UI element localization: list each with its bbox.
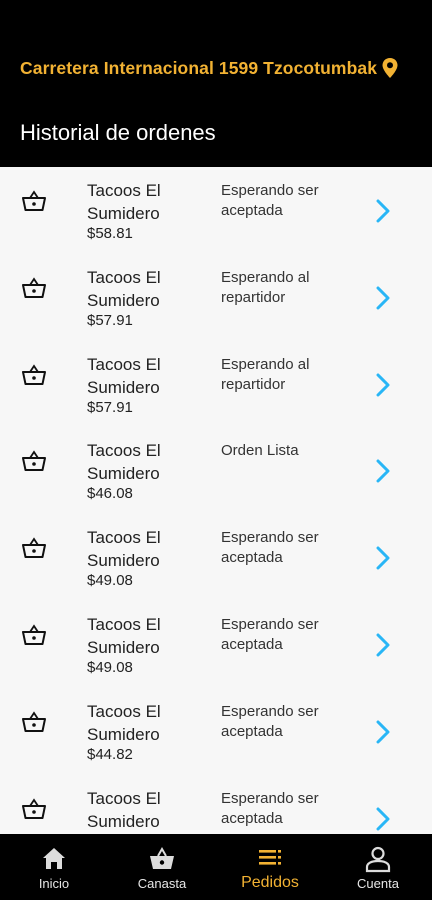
- order-row[interactable]: Tacoos El Sumidero Esperando ser aceptad…: [0, 775, 432, 834]
- location-pin-icon: [382, 58, 398, 78]
- bottom-navigation: Inicio Canasta Pedidos Cuenta: [0, 834, 432, 900]
- order-price: $46.08: [87, 485, 133, 503]
- chevron-right-icon[interactable]: [375, 285, 391, 311]
- chevron-right-icon[interactable]: [375, 372, 391, 398]
- basket-icon: [22, 624, 46, 645]
- nav-item-cuenta[interactable]: Cuenta: [324, 834, 432, 900]
- chevron-right-icon[interactable]: [375, 545, 391, 571]
- nav-label-pedidos: Pedidos: [241, 874, 299, 891]
- basket-icon: [22, 797, 46, 819]
- order-store-name: Tacoos El Sumidero: [87, 354, 161, 397]
- order-price: $58.81: [87, 225, 133, 242]
- order-status: Esperando ser aceptada: [221, 616, 319, 653]
- order-row[interactable]: Tacoos El Sumidero $49.08 Esperando ser …: [0, 601, 432, 688]
- address-text: Carretera Internacional 1599 Tzocotumbak: [20, 57, 378, 78]
- basket-icon: [22, 363, 46, 385]
- address-selector[interactable]: Carretera Internacional 1599 Tzocotumbak: [20, 55, 415, 81]
- nav-label-inicio: Inicio: [38, 876, 70, 891]
- basket-icon: [22, 711, 46, 732]
- nav-item-pedidos[interactable]: Pedidos: [216, 834, 324, 900]
- app-header: Carretera Internacional 1599 Tzocotumbak…: [0, 0, 432, 167]
- order-price: $44.82: [87, 745, 133, 763]
- home-icon: [43, 848, 65, 869]
- chevron-right-icon[interactable]: [375, 719, 391, 745]
- basket-icon: [22, 537, 46, 559]
- order-price: $49.08: [87, 659, 133, 676]
- order-list[interactable]: Tacoos El Sumidero $58.81 Esperando ser …: [0, 167, 432, 834]
- order-row[interactable]: Tacoos El Sumidero $57.91 Esperando al r…: [0, 254, 432, 341]
- chevron-right-icon[interactable]: [375, 458, 391, 484]
- chevron-right-icon[interactable]: [375, 632, 391, 658]
- chevron-right-icon[interactable]: [375, 806, 391, 832]
- order-status: Esperando ser aceptada: [221, 529, 319, 567]
- order-status: Esperando ser aceptada: [221, 182, 319, 219]
- order-status: Orden Lista: [221, 442, 299, 460]
- order-row[interactable]: Tacoos El Sumidero $46.08 Orden Lista: [0, 427, 432, 514]
- order-row[interactable]: Tacoos El Sumidero $57.91 Esperando al r…: [0, 341, 432, 428]
- order-status: Esperando ser aceptada: [221, 702, 319, 740]
- order-status: Esperando ser aceptada: [221, 789, 319, 827]
- order-store-name: Tacoos El Sumidero: [87, 441, 161, 484]
- nav-item-inicio[interactable]: Inicio: [0, 834, 108, 900]
- basket-icon: [22, 190, 46, 211]
- order-row[interactable]: Tacoos El Sumidero $58.81 Esperando ser …: [0, 167, 432, 254]
- basket-icon: [150, 846, 174, 869]
- order-price: $57.91: [87, 398, 133, 416]
- order-store-name: Tacoos El Sumidero: [87, 788, 161, 831]
- page-title: Historial de ordenes: [20, 120, 216, 145]
- user-icon: [365, 846, 391, 873]
- nav-label-cuenta: Cuenta: [357, 876, 399, 891]
- order-store-name: Tacoos El Sumidero: [87, 267, 161, 310]
- basket-icon: [22, 450, 46, 472]
- order-store-name: Tacoos El Sumidero: [87, 701, 161, 744]
- order-row[interactable]: Tacoos El Sumidero $49.08 Esperando ser …: [0, 514, 432, 601]
- order-price: $49.08: [87, 572, 133, 590]
- order-status: Esperando al repartidor: [221, 268, 310, 306]
- list-icon: [259, 850, 281, 865]
- order-store-name: Tacoos El Sumidero: [87, 181, 161, 223]
- order-price: $57.91: [87, 311, 133, 329]
- chevron-right-icon[interactable]: [375, 198, 391, 224]
- order-store-name: Tacoos El Sumidero: [87, 528, 161, 571]
- nav-label-canasta: Canasta: [137, 876, 187, 891]
- order-row[interactable]: Tacoos El Sumidero $44.82 Esperando ser …: [0, 688, 432, 775]
- order-status: Esperando al repartidor: [221, 355, 310, 393]
- basket-icon: [22, 277, 46, 298]
- nav-item-canasta[interactable]: Canasta: [108, 834, 216, 900]
- order-store-name: Tacoos El Sumidero: [87, 615, 161, 657]
